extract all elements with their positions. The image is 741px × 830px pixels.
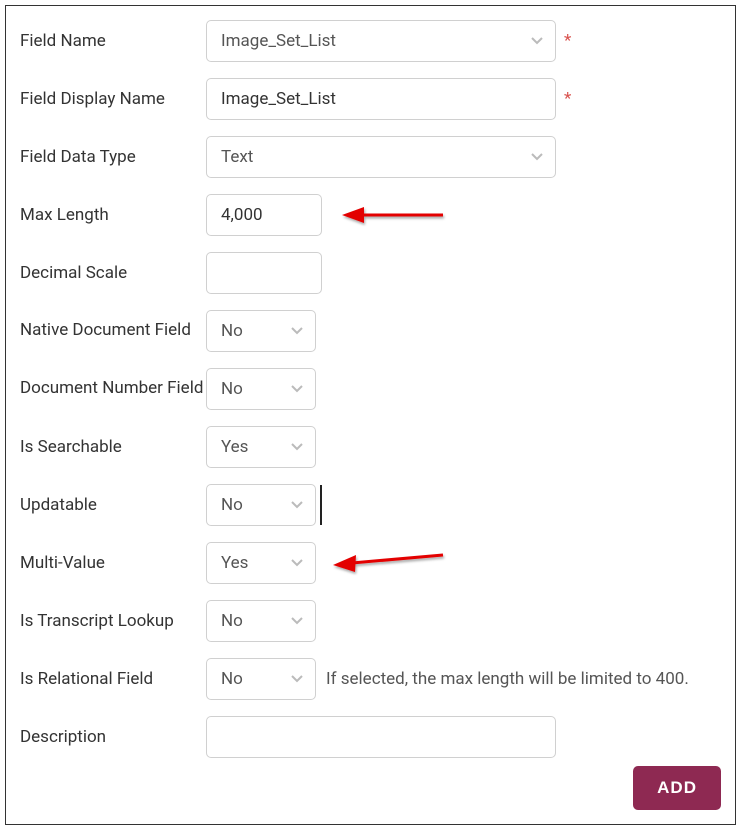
chevron-down-icon — [291, 501, 303, 509]
relational-hint-text: If selected, the max length will be limi… — [326, 669, 689, 689]
is-transcript-lookup-select[interactable]: No — [206, 600, 316, 642]
row-multi-value: Multi-Value Yes — [20, 542, 721, 584]
button-row: ADD — [20, 766, 721, 810]
description-input[interactable] — [206, 716, 556, 758]
doc-number-field-select[interactable]: No — [206, 368, 316, 410]
row-is-transcript-lookup: Is Transcript Lookup No — [20, 600, 721, 642]
label-decimal-scale: Decimal Scale — [20, 262, 206, 284]
chevron-down-icon — [291, 327, 303, 335]
label-field-data-type: Field Data Type — [20, 146, 206, 168]
label-multi-value: Multi-Value — [20, 552, 206, 574]
label-is-transcript-lookup: Is Transcript Lookup — [20, 610, 206, 632]
native-doc-field-select[interactable]: No — [206, 310, 316, 352]
doc-number-field-value: No — [221, 379, 243, 399]
row-field-data-type: Field Data Type Text — [20, 136, 721, 178]
row-doc-number-field: Document Number Field No — [20, 368, 721, 410]
is-searchable-value: Yes — [221, 437, 248, 457]
row-field-display-name: Field Display Name * — [20, 78, 721, 120]
chevron-down-icon — [291, 559, 303, 567]
label-doc-number-field: Document Number Field — [20, 378, 206, 399]
row-field-name: Field Name Image_Set_List * — [20, 20, 721, 62]
chevron-down-icon — [291, 385, 303, 393]
field-data-type-select[interactable]: Text — [206, 136, 556, 178]
is-transcript-lookup-value: No — [221, 611, 243, 631]
label-description: Description — [20, 726, 206, 748]
chevron-down-icon — [291, 617, 303, 625]
native-doc-field-value: No — [221, 321, 243, 341]
row-max-length: Max Length — [20, 194, 721, 236]
updatable-select[interactable]: No — [206, 484, 316, 526]
add-button[interactable]: ADD — [633, 766, 721, 810]
required-marker: * — [564, 31, 571, 51]
chevron-down-icon — [291, 443, 303, 451]
label-is-relational-field: Is Relational Field — [20, 668, 206, 690]
is-searchable-select[interactable]: Yes — [206, 426, 316, 468]
is-relational-field-value: No — [221, 669, 243, 689]
field-display-name-input[interactable] — [206, 78, 556, 120]
row-native-doc-field: Native Document Field No — [20, 310, 721, 352]
form-container: Field Name Image_Set_List * Field Displa… — [5, 5, 736, 825]
max-length-input[interactable] — [206, 194, 322, 236]
label-native-doc-field: Native Document Field — [20, 320, 206, 341]
label-is-searchable: Is Searchable — [20, 436, 206, 458]
arrow-annotation-icon — [338, 200, 448, 230]
row-is-relational-field: Is Relational Field No If selected, the … — [20, 658, 721, 700]
required-marker: * — [564, 89, 571, 109]
label-field-name: Field Name — [20, 30, 206, 52]
arrow-annotation-icon — [328, 544, 448, 578]
updatable-value: No — [221, 495, 243, 515]
multi-value-value: Yes — [221, 553, 248, 573]
chevron-down-icon — [531, 153, 543, 161]
row-decimal-scale: Decimal Scale — [20, 252, 721, 294]
chevron-down-icon — [531, 37, 543, 45]
row-updatable: Updatable No — [20, 484, 721, 526]
label-field-display-name: Field Display Name — [20, 88, 206, 110]
field-name-value: Image_Set_List — [221, 31, 336, 51]
chevron-down-icon — [291, 675, 303, 683]
field-name-select[interactable]: Image_Set_List — [206, 20, 556, 62]
row-is-searchable: Is Searchable Yes — [20, 426, 721, 468]
row-description: Description — [20, 716, 721, 758]
decimal-scale-input[interactable] — [206, 252, 322, 294]
label-max-length: Max Length — [20, 204, 206, 226]
label-updatable: Updatable — [20, 494, 206, 516]
multi-value-select[interactable]: Yes — [206, 542, 316, 584]
text-cursor — [320, 485, 322, 525]
field-data-type-value: Text — [221, 147, 253, 167]
is-relational-field-select[interactable]: No — [206, 658, 316, 700]
